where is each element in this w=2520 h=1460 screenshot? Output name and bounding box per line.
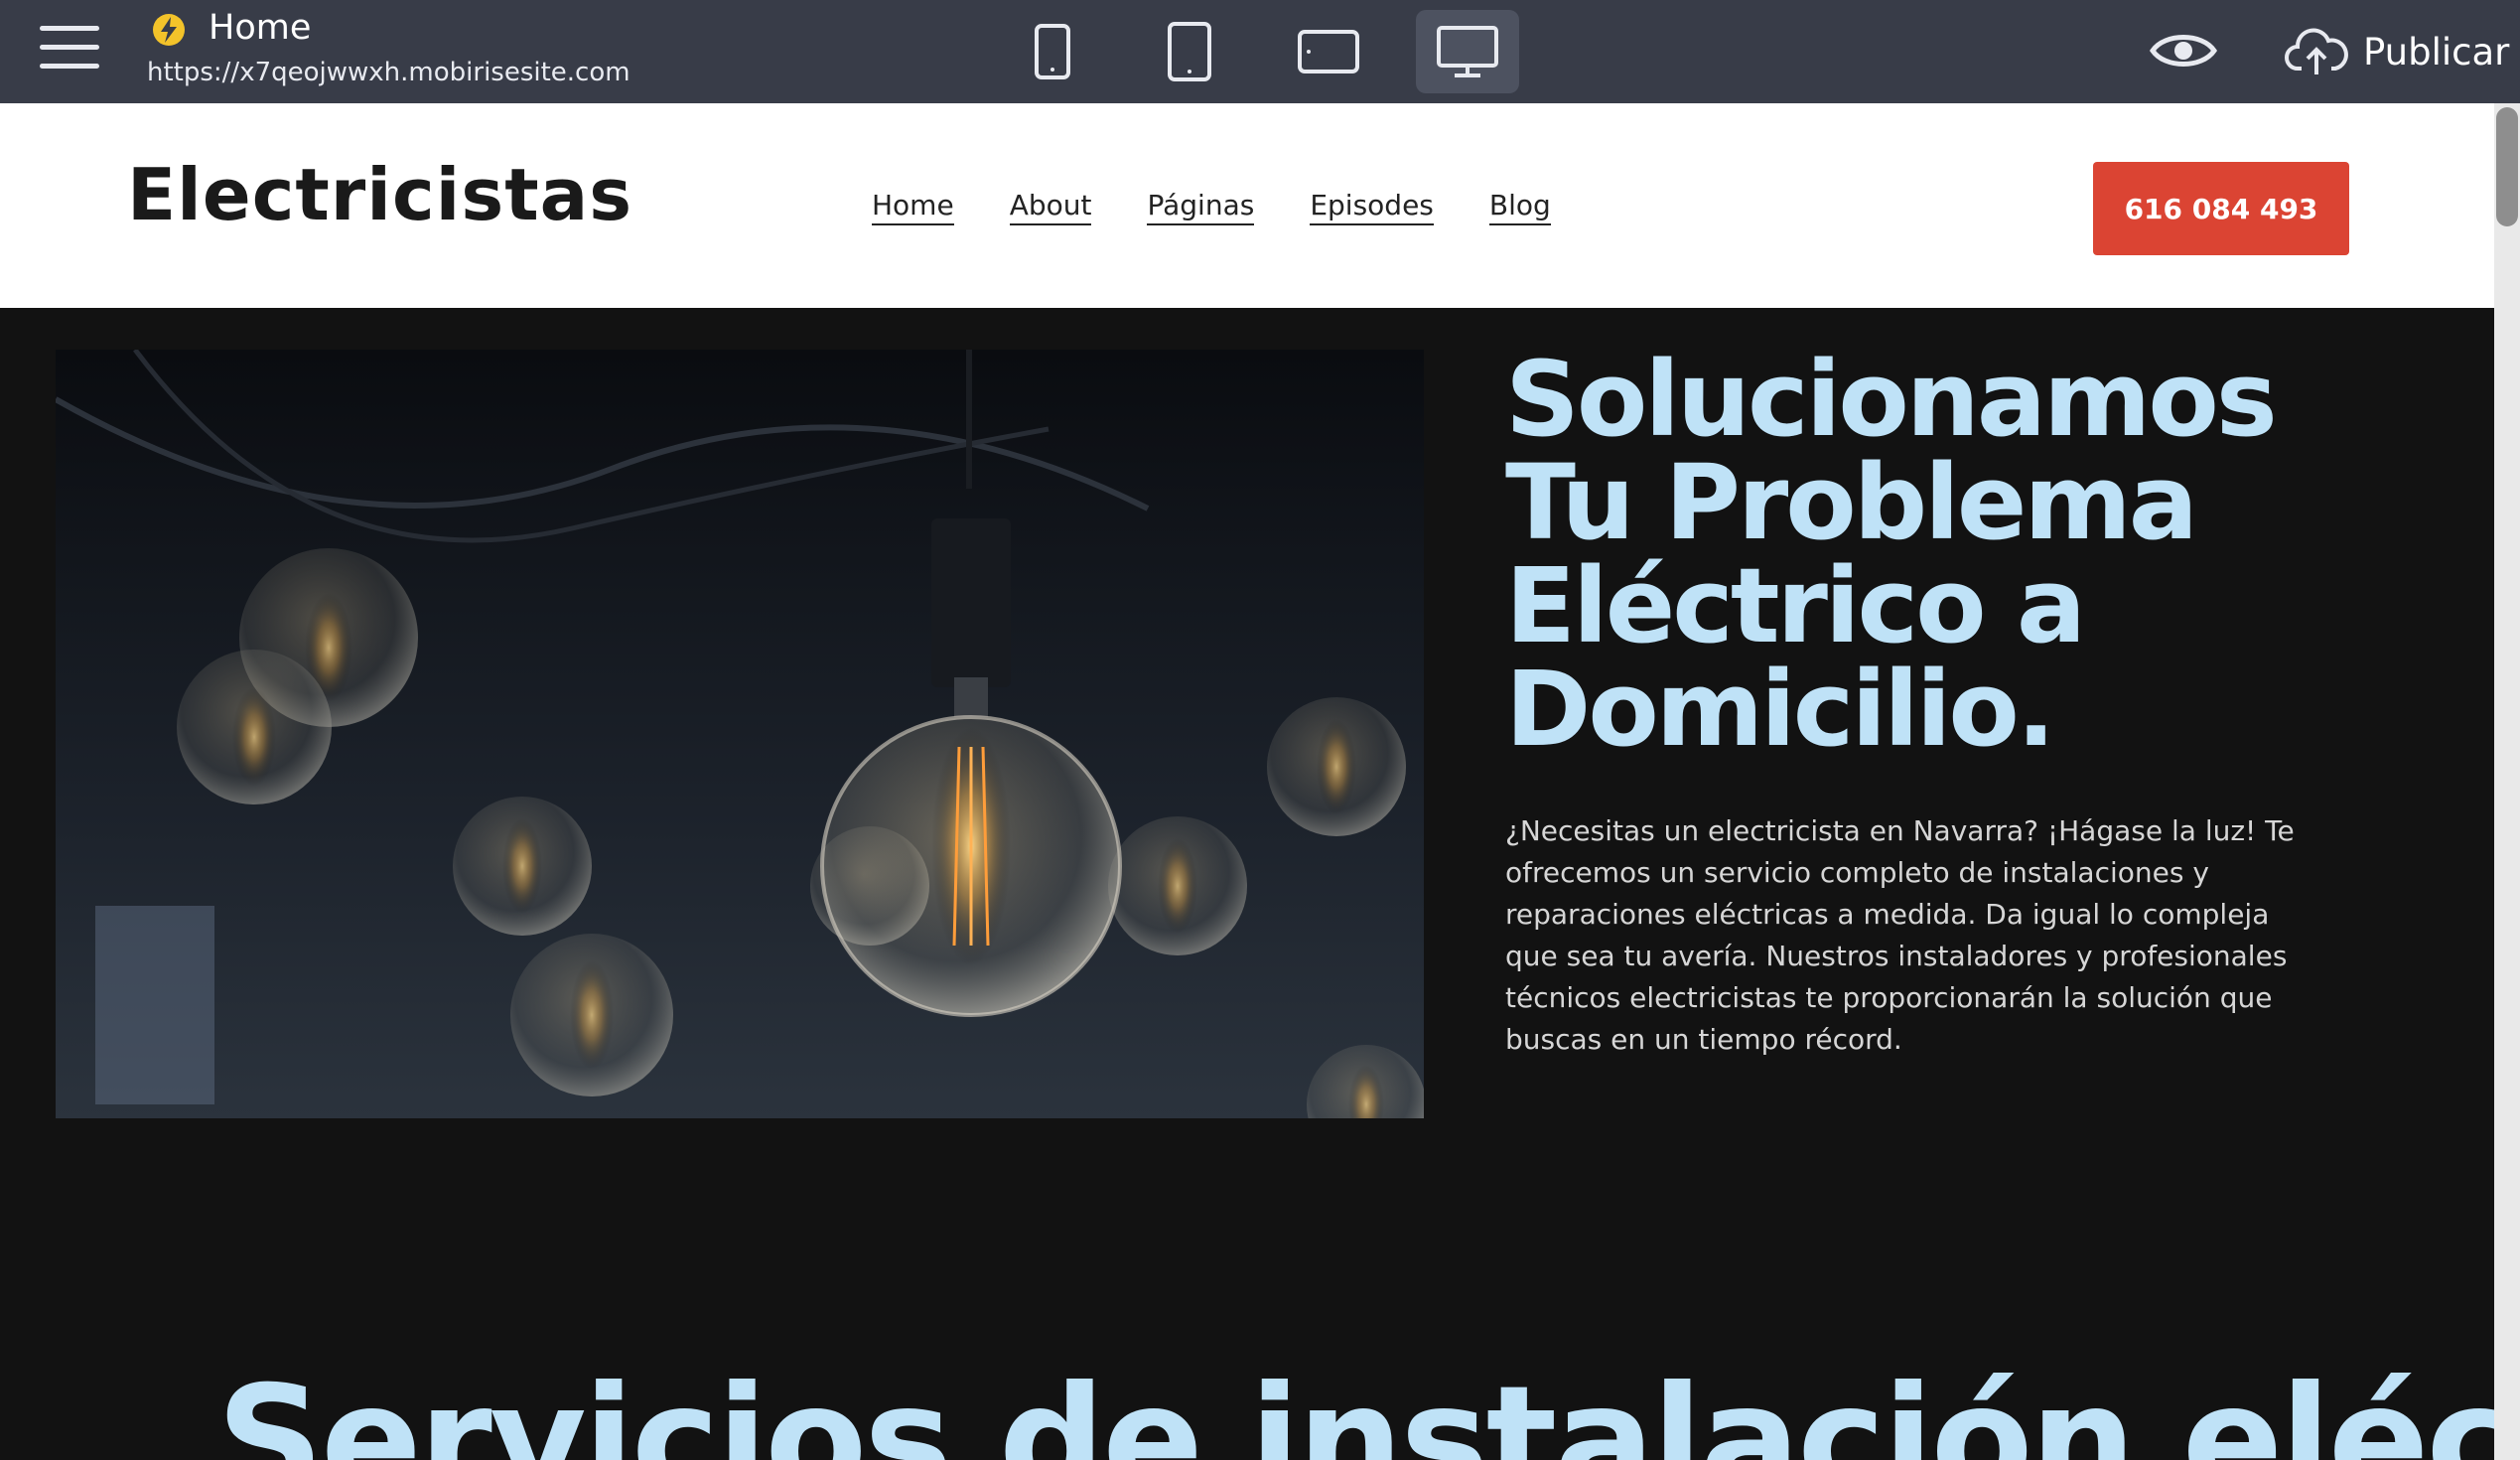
tablet-view-button[interactable]: [1138, 10, 1241, 93]
nav-link-home[interactable]: Home: [872, 189, 954, 225]
nav-link-blog[interactable]: Blog: [1488, 189, 1551, 225]
mobile-icon: [1035, 24, 1070, 79]
lightning-logo-icon: [151, 12, 187, 48]
tablet-landscape-icon: [1298, 30, 1359, 73]
hero-image-light-bulbs[interactable]: [56, 350, 1424, 1118]
phone-button[interactable]: 616 084 493: [2093, 162, 2349, 255]
hero-section: Solucionamos Tu Problema Eléctrico a Dom…: [0, 308, 2494, 1460]
site-header: Electricistas Home About Páginas Episode…: [0, 103, 2494, 308]
nav-link-episodes[interactable]: Episodes: [1310, 189, 1434, 225]
scrollbar-thumb[interactable]: [2496, 107, 2518, 226]
hero-description[interactable]: ¿Necesitas un electricista en Navarra? ¡…: [1505, 810, 2300, 1061]
eye-icon: [2149, 35, 2218, 67]
nav-link-paginas[interactable]: Páginas: [1147, 189, 1255, 225]
site-url[interactable]: https://x7qeojwwxh.mobirisesite.com: [147, 58, 630, 87]
desktop-view-button[interactable]: [1416, 10, 1519, 93]
tablet-landscape-view-button[interactable]: [1277, 10, 1380, 93]
preview-button[interactable]: [2149, 26, 2218, 75]
scrollbar-track[interactable]: [2494, 103, 2520, 1460]
publish-label: Publicar: [2363, 30, 2510, 73]
hero-heading[interactable]: Solucionamos Tu Problema Eléctrico a Dom…: [1505, 348, 2399, 761]
mobile-view-button[interactable]: [1001, 10, 1104, 93]
brand-title[interactable]: Electricistas: [127, 153, 632, 236]
publish-button[interactable]: Publicar: [2284, 22, 2509, 81]
cloud-upload-icon: [2285, 28, 2348, 74]
page-title[interactable]: Home: [209, 8, 311, 48]
menu-icon[interactable]: [40, 26, 99, 75]
desktop-icon: [1437, 26, 1498, 77]
editor-toolbar: Home https://x7qeojwwxh.mobirisesite.com: [0, 0, 2520, 103]
nav-link-about[interactable]: About: [1009, 189, 1092, 225]
main-nav: Home About Páginas Episodes Blog: [872, 189, 1551, 225]
tablet-icon: [1168, 22, 1211, 81]
services-heading[interactable]: Servicios de instalación eléctrica y: [216, 1367, 2494, 1460]
